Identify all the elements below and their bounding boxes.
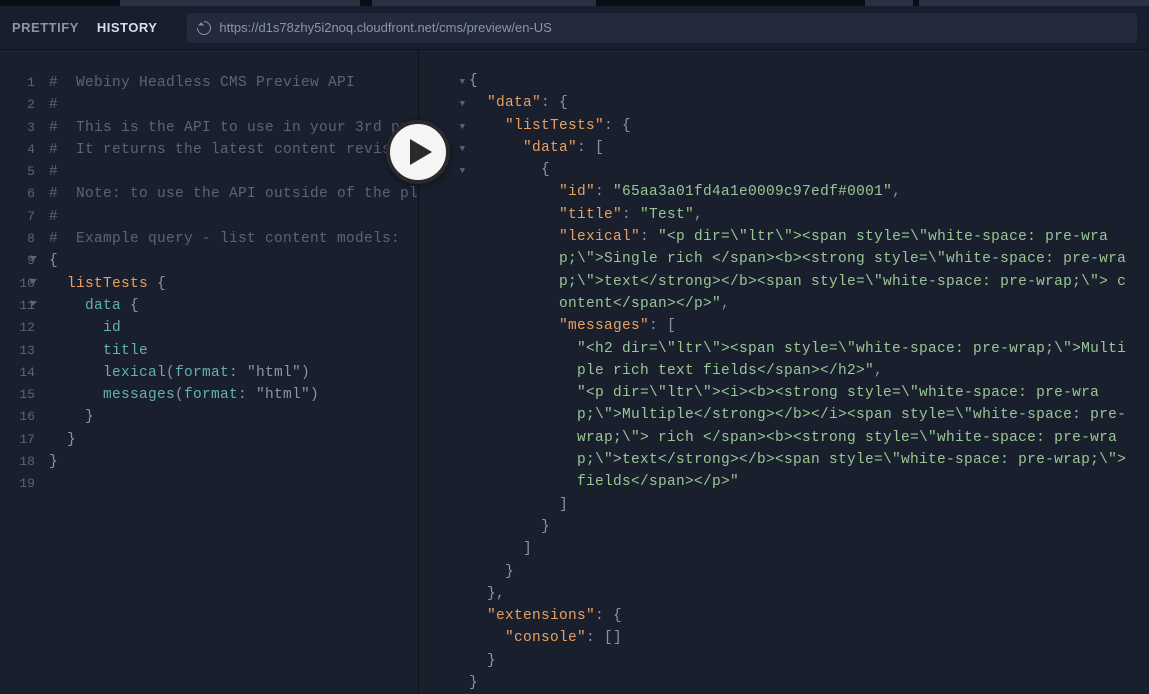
url-text: https://d1s78zhy5i2noq.cloudfront.net/cm… — [219, 20, 551, 35]
fold-icon[interactable]: ▼ — [460, 93, 465, 115]
run-button[interactable] — [386, 120, 450, 184]
line-gutter: 1 2 3 4 5 6 7 8 9 10 11 12 13 14 15 16 1… — [0, 50, 41, 694]
url-bar[interactable]: https://d1s78zhy5i2noq.cloudfront.net/cm… — [187, 13, 1137, 43]
tab-segment — [865, 0, 913, 6]
fold-icon[interactable]: ▼ — [460, 71, 465, 93]
top-tab-strip — [0, 0, 1149, 6]
tab-segment — [919, 0, 1149, 6]
fold-icon[interactable]: ▼ — [460, 160, 465, 182]
fold-icon[interactable] — [29, 256, 37, 261]
tab-segment — [360, 0, 372, 6]
prettify-button[interactable]: PRETTIFY — [12, 20, 79, 35]
code-content[interactable]: # Webiny Headless CMS Preview API## This… — [41, 50, 418, 694]
fold-icon[interactable] — [29, 301, 37, 306]
history-button[interactable]: HISTORY — [97, 20, 158, 35]
query-editor[interactable]: 1 2 3 4 5 6 7 8 9 10 11 12 13 14 15 16 1… — [0, 50, 418, 694]
fold-icon[interactable]: ▼ — [460, 116, 465, 138]
main-split: 1 2 3 4 5 6 7 8 9 10 11 12 13 14 15 16 1… — [0, 50, 1149, 694]
tab-segment — [596, 0, 865, 6]
result-content[interactable]: { "data": { "listTests": { "data": [ { "… — [469, 70, 1149, 694]
reload-icon[interactable] — [195, 18, 215, 38]
tab-segment — [120, 0, 360, 6]
result-pane: ▼ ▼ ▼ ▼ ▼ { "data": { "listTests": { "da… — [418, 50, 1149, 694]
fold-icon[interactable] — [29, 279, 37, 284]
tab-segment — [372, 0, 596, 6]
fold-icon[interactable]: ▼ — [460, 138, 465, 160]
play-icon — [410, 139, 432, 165]
toolbar: PRETTIFY HISTORY https://d1s78zhy5i2noq.… — [0, 6, 1149, 50]
tab-segment — [0, 0, 120, 6]
